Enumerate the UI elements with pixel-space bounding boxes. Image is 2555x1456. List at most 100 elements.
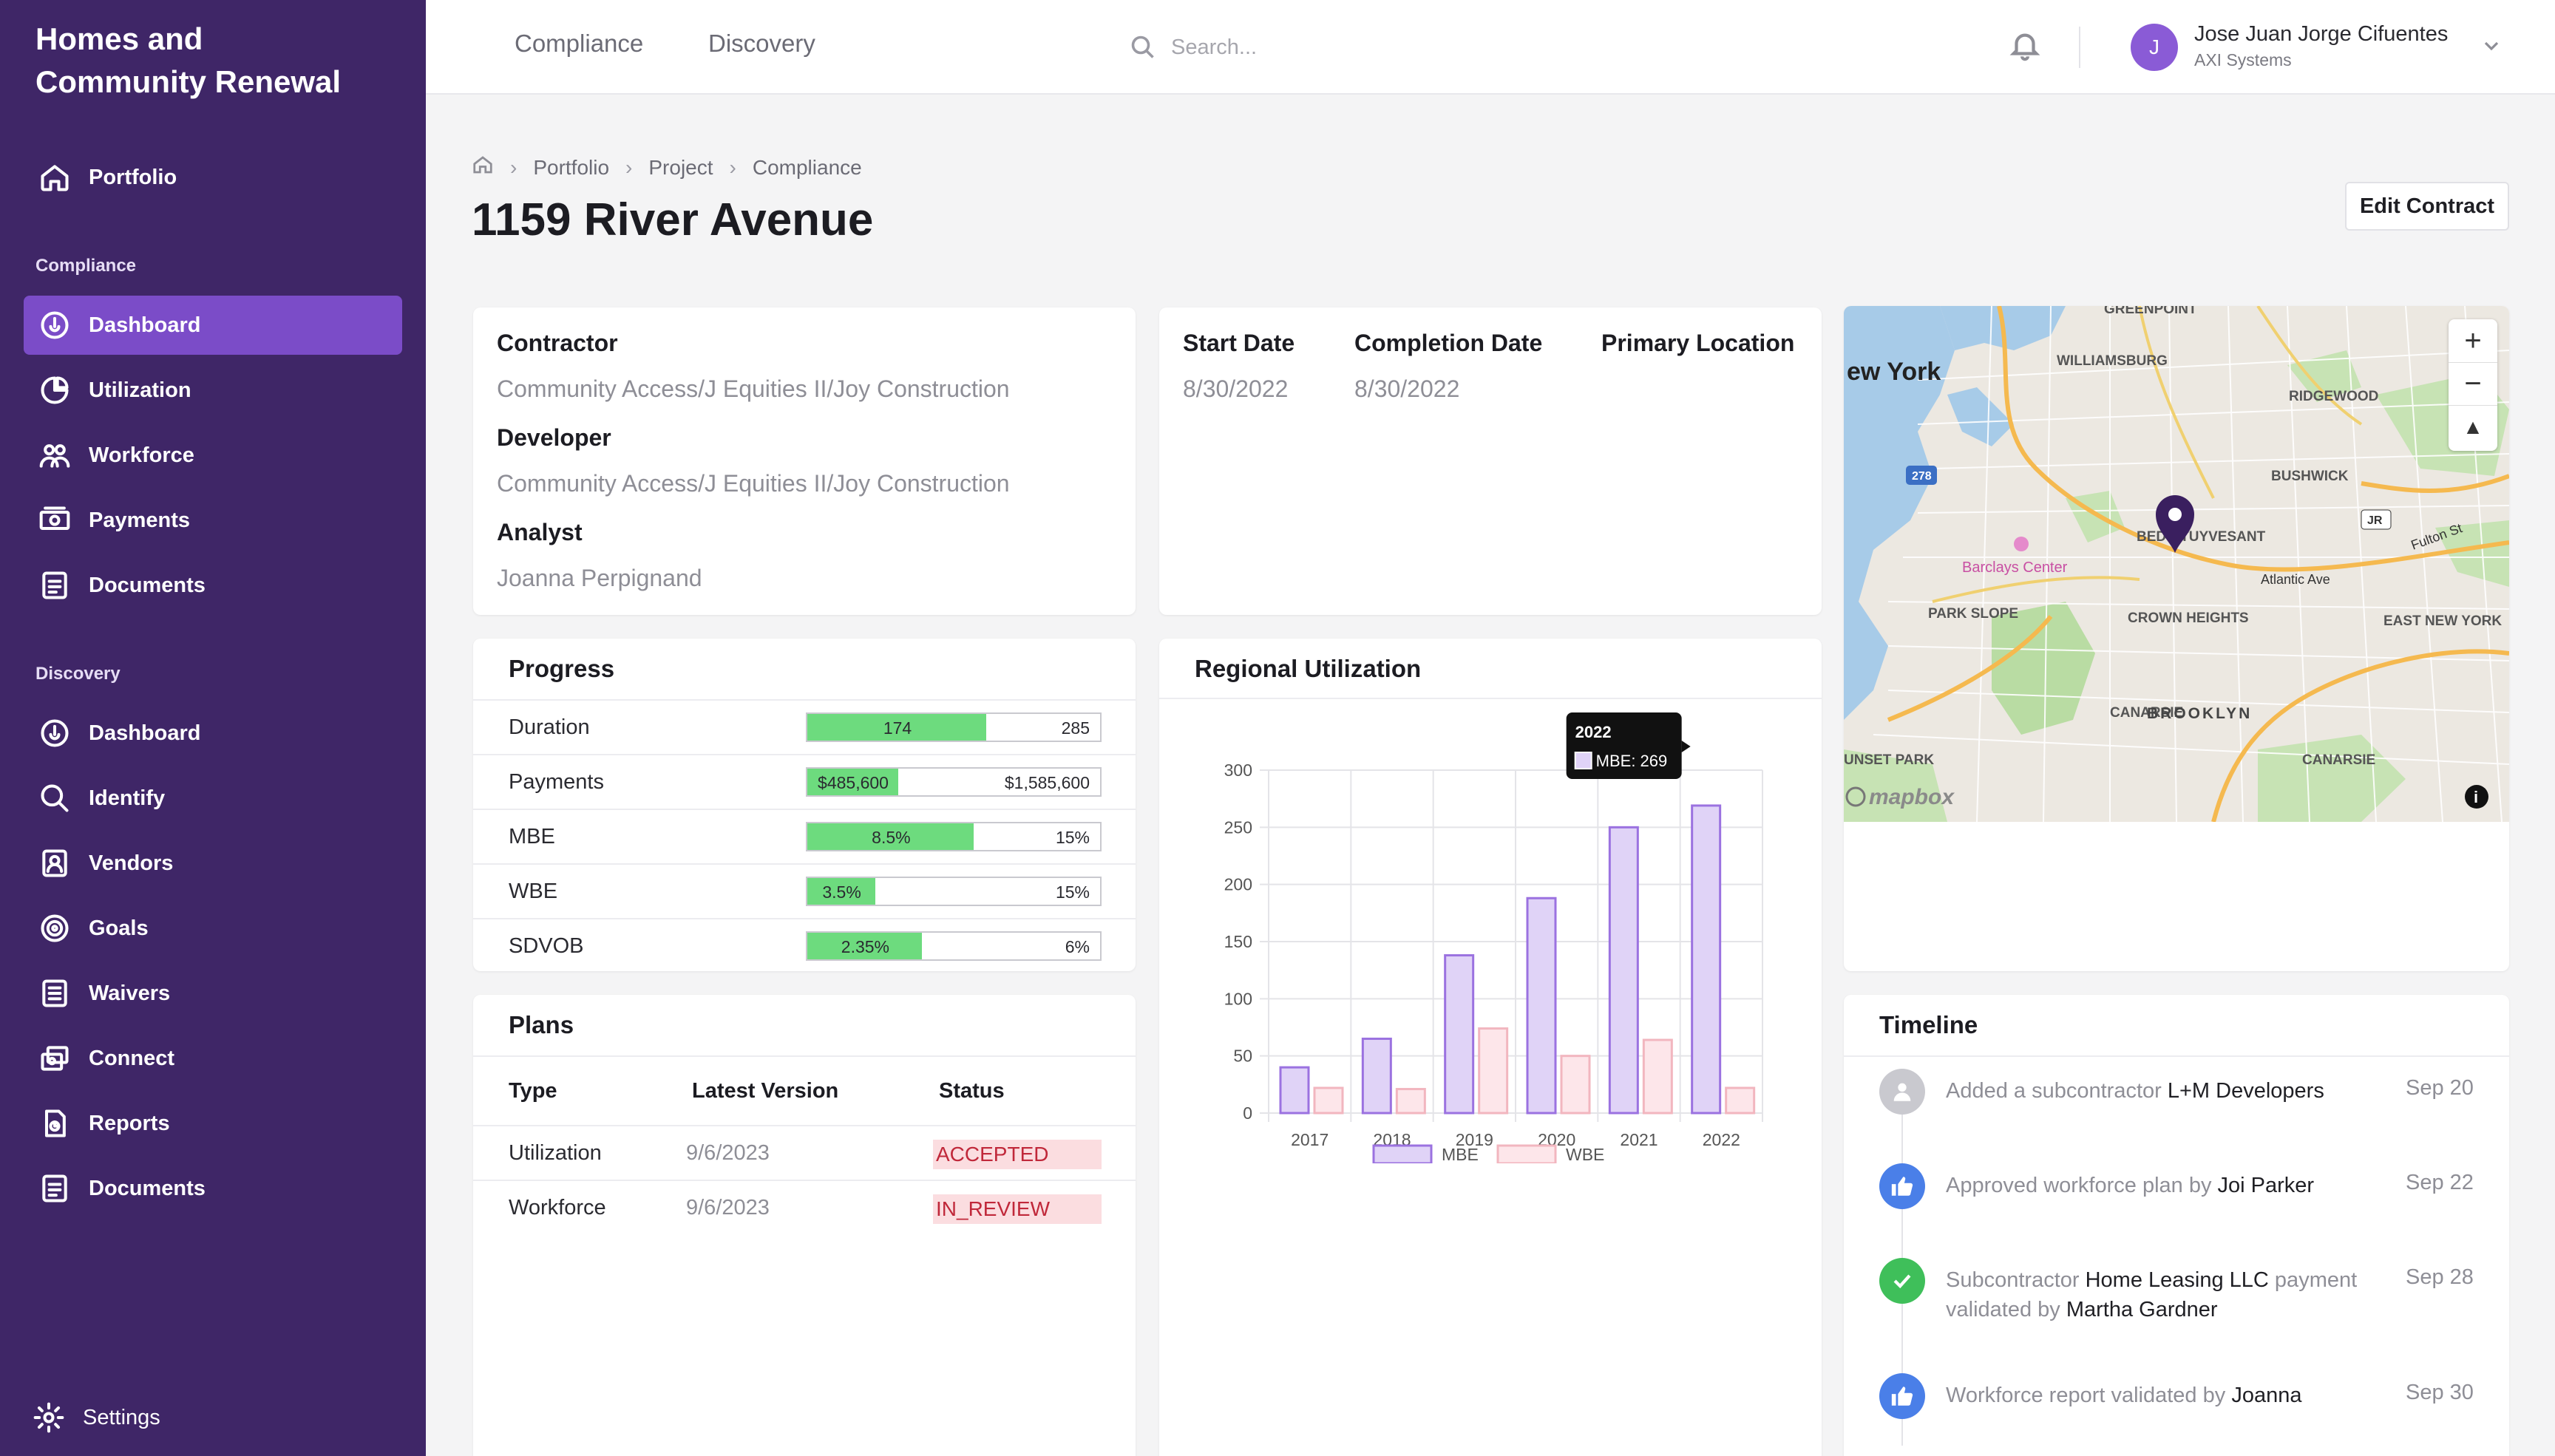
plans-header-type: Type (509, 1079, 557, 1103)
map-attribution: mapbox (1869, 785, 1955, 809)
map-label-greenpoint: GREENPOINT (2104, 306, 2197, 317)
map-label-barclays-center: Barclays Center (1962, 559, 2068, 576)
bar-wbe-2018 (1395, 1088, 1426, 1115)
connect-icon (37, 1041, 72, 1076)
sidebar-item-compliance-dashboard[interactable]: Dashboard (24, 296, 402, 355)
sidebar-item-label: Goals (89, 916, 149, 940)
breadcrumb-portfolio[interactable]: Portfolio (533, 156, 609, 180)
chart-tooltip-title: 2022 (1575, 723, 1612, 741)
map-label-brooklyn: BROOKLYN (2147, 705, 2252, 722)
sidebar-item-label: Documents (89, 573, 206, 597)
sidebar-item-label: Settings (83, 1405, 160, 1429)
document-icon (37, 1171, 72, 1206)
sidebar-item-label: Dashboard (89, 313, 201, 337)
developer-value: Community Access/J Equities II/Joy Const… (497, 470, 1010, 497)
contract-info-card: Contractor Community Access/J Equities I… (473, 307, 1136, 615)
sidebar-item-utilization[interactable]: Utilization (24, 361, 402, 420)
sidebar-item-payments[interactable]: Payments (24, 491, 402, 550)
timeline-subject[interactable]: L+M Developers (2168, 1079, 2324, 1103)
sidebar-item-connect[interactable]: Connect (24, 1029, 402, 1088)
timeline-subject[interactable]: Joanna (2231, 1384, 2301, 1407)
progress-total: 285 (1061, 718, 1090, 738)
sidebar-item-label: Reports (89, 1111, 170, 1135)
sidebar-item-discovery-dashboard[interactable]: Dashboard (24, 704, 402, 763)
divider (1844, 1055, 2509, 1057)
legend-swatch-wbe (1496, 1144, 1557, 1163)
sidebar-item-label: Documents (89, 1176, 206, 1200)
map-canvas: ew York GREENPOINT WILLIAMSBURG RIDGEWOO… (1844, 306, 2509, 822)
app-title-line2: Community Renewal (35, 64, 342, 99)
section-label-discovery: Discovery (35, 664, 121, 684)
home-icon[interactable] (472, 154, 494, 181)
progress-total: 15% (1055, 828, 1090, 847)
map-label-278: 278 (1912, 470, 1932, 483)
timeline-subject[interactable]: Home Leasing LLC (2086, 1268, 2269, 1292)
sidebar-item-settings[interactable]: Settings (18, 1388, 396, 1447)
zoom-in-button[interactable]: + (2449, 319, 2497, 362)
progress-value: 2.35% (841, 937, 889, 956)
search-icon (1131, 35, 1154, 58)
tab-compliance[interactable]: Compliance (515, 30, 643, 58)
chevron-down-icon[interactable] (2480, 34, 2506, 61)
tab-discovery[interactable]: Discovery (708, 30, 815, 58)
plan-type: Workforce (509, 1196, 606, 1219)
sidebar-item-waivers[interactable]: Waivers (24, 964, 402, 1023)
breadcrumb-compliance[interactable]: Compliance (753, 156, 862, 180)
map[interactable]: ew York GREENPOINT WILLIAMSBURG RIDGEWOO… (1844, 306, 2509, 822)
vendor-badge-icon (37, 846, 72, 881)
map-zoom-controls: + − ▲ (2449, 319, 2497, 451)
timeline-subject[interactable]: Joi Parker (2218, 1174, 2315, 1197)
timeline-date: Sep 28 (2406, 1265, 2474, 1289)
top-bar: Compliance Discovery J Jose Juan Jorge C… (426, 0, 2555, 95)
sidebar-item-label: Identify (89, 786, 166, 810)
bar-wbe-2021 (1642, 1038, 1673, 1115)
progress-row-mbe: MBE 8.5% 15% (473, 809, 1136, 863)
compass-reset-button[interactable]: ▲ (2449, 405, 2497, 448)
sidebar-item-portfolio[interactable]: Portfolio (24, 148, 402, 207)
progress-bar: $485,600 $1,585,600 (806, 767, 1102, 797)
notifications-bell-icon[interactable] (2008, 28, 2045, 65)
plans-card: Plans Type Latest Version Status Utiliza… (473, 995, 1136, 1456)
document-icon (37, 568, 72, 603)
edit-contract-button[interactable]: Edit Contract (2345, 182, 2509, 231)
breadcrumb: › Portfolio › Project › Compliance (472, 154, 862, 181)
sidebar-item-label: Waivers (89, 981, 171, 1005)
timeline-date: Sep 20 (2406, 1076, 2474, 1100)
map-label-new-york: ew York (1847, 358, 1941, 386)
bar-mbe-2017 (1279, 1066, 1310, 1115)
progress-total: 15% (1055, 882, 1090, 902)
map-label-crown-heights: CROWN HEIGHTS (2128, 610, 2249, 626)
regional-utilization-title: Regional Utilization (1195, 655, 1422, 682)
sidebar-item-workforce[interactable]: Workforce (24, 426, 402, 485)
x-tick-label: 2021 (1620, 1130, 1657, 1149)
plan-type: Utilization (509, 1141, 602, 1165)
sidebar-item-identify[interactable]: Identify (24, 769, 402, 828)
breadcrumb-project[interactable]: Project (648, 156, 713, 180)
search-input[interactable] (1171, 35, 1585, 60)
y-tick-label: 150 (1224, 932, 1252, 951)
status-badge: ACCEPTED (933, 1140, 1102, 1169)
sidebar-item-discovery-documents[interactable]: Documents (24, 1159, 402, 1218)
plans-header-status: Status (939, 1079, 1005, 1103)
timeline-card: Timeline Added a subcontractor L+M Devel… (1844, 995, 2509, 1456)
thumbs-up-icon (1879, 1163, 1925, 1209)
y-tick-label: 250 (1224, 817, 1252, 837)
sidebar-item-goals[interactable]: Goals (24, 899, 402, 958)
map-label-sunset-park: UNSET PARK (1844, 752, 1934, 768)
start-date-value: 8/30/2022 (1183, 375, 1289, 402)
timeline-subject[interactable]: Martha Gardner (2066, 1298, 2218, 1321)
plans-title: Plans (509, 1011, 574, 1038)
zoom-out-button[interactable]: − (2449, 362, 2497, 405)
avatar[interactable]: J (2131, 24, 2178, 71)
progress-label: SDVOB (509, 933, 584, 958)
sidebar-item-vendors[interactable]: Vendors (24, 834, 402, 893)
map-label-atlantic-ave: Atlantic Ave (2261, 572, 2330, 587)
timeline-text: Approved workforce plan by Joi Parker (1946, 1174, 2315, 1197)
bar-mbe-2018 (1361, 1037, 1392, 1115)
contractor-label: Contractor (497, 330, 618, 356)
sidebar-item-documents[interactable]: Documents (24, 556, 402, 615)
user-name[interactable]: Jose Juan Jorge Cifuentes (2194, 22, 2448, 47)
sidebar-item-reports[interactable]: Reports (24, 1094, 402, 1153)
completion-date-label: Completion Date (1354, 330, 1543, 356)
map-label-ridgewood: RIDGEWOOD (2289, 389, 2378, 404)
